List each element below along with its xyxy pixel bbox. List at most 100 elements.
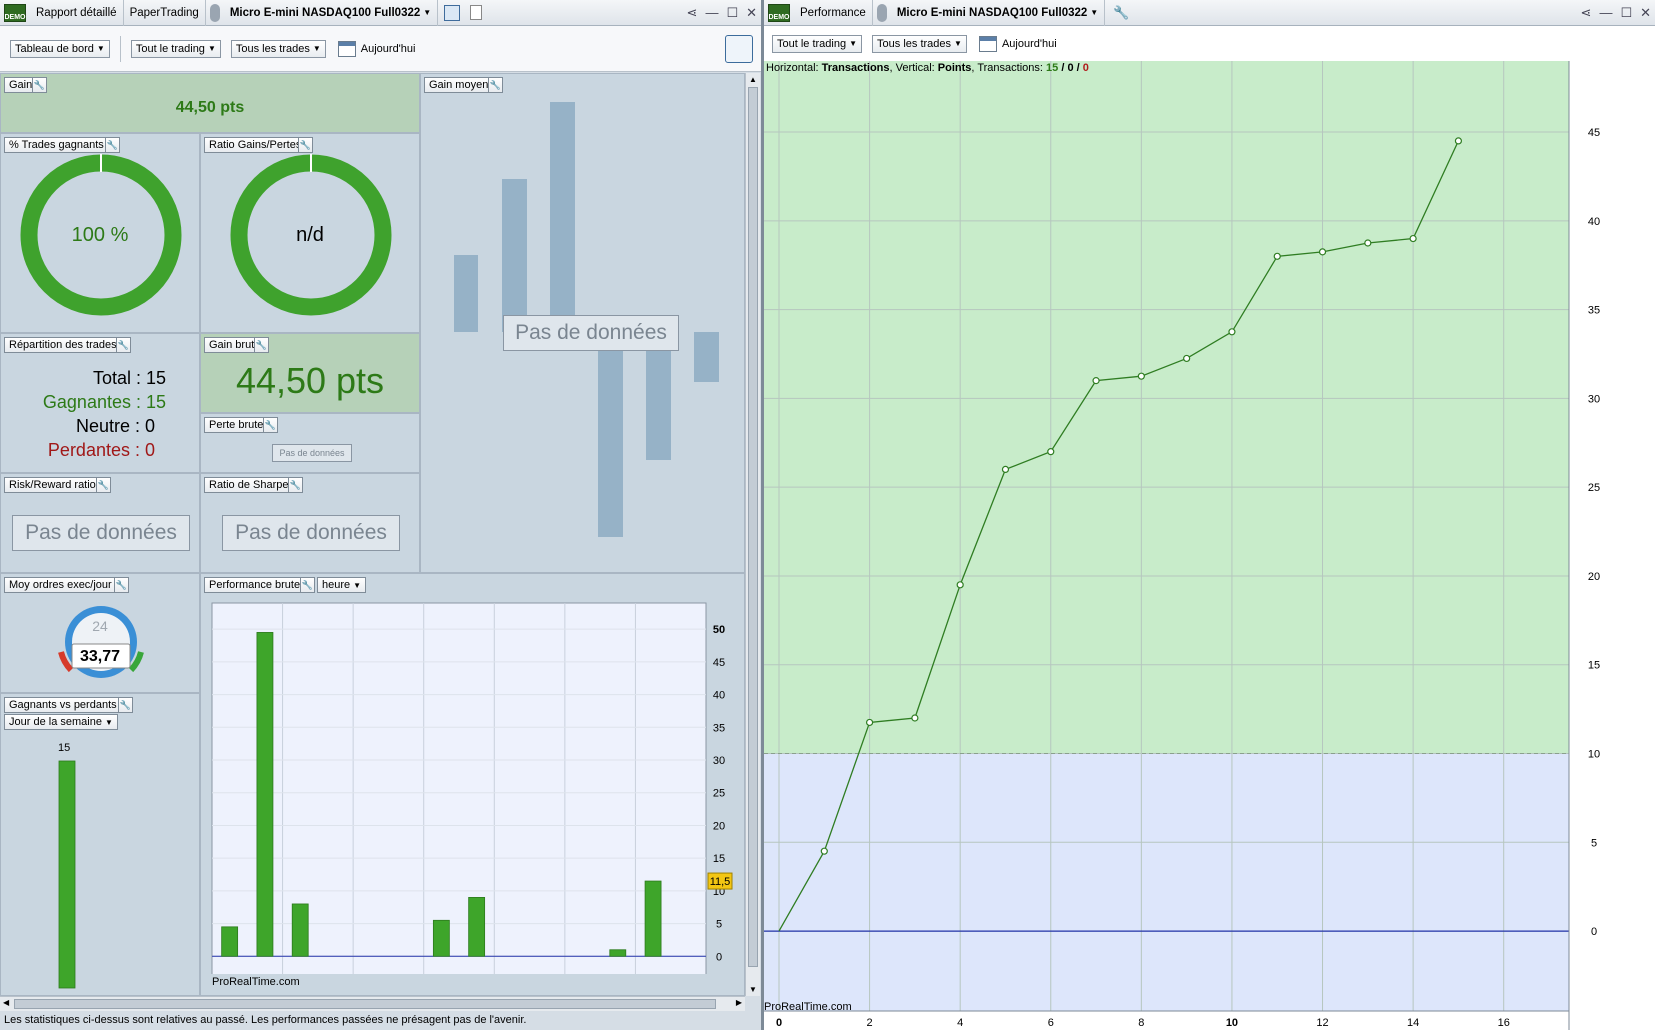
close-icon[interactable]: ✕ — [746, 5, 757, 21]
x-tick-label: 6 — [1048, 1017, 1054, 1029]
panel-title: Gagnants vs perdants — [4, 697, 122, 713]
gauge-dial-label: 24 — [92, 618, 108, 634]
gross-loss-nodata: Pas de données — [272, 444, 352, 462]
avg-orders-value: 33,77 — [79, 648, 121, 665]
win-lose-bar-label: 15 — [58, 742, 71, 754]
scope-dropdown[interactable]: Tout le trading ▼ — [772, 34, 863, 53]
date-label[interactable]: Aujourd'hui — [1002, 38, 1057, 50]
instrument-selector[interactable]: Micro E-mini NASDAQ100 Full0322 ▼ — [224, 0, 439, 26]
right-titlebar: DEMO Performance Micro E-mini NASDAQ100 … — [764, 0, 1655, 26]
gross-perf-chart: 0510152025303540455011,5 — [211, 602, 733, 974]
trades-dropdown[interactable]: Tous les trades ▼ — [230, 39, 326, 58]
calendar-icon[interactable] — [337, 40, 356, 57]
wrench-icon[interactable]: 🔧 — [116, 337, 131, 353]
close-icon[interactable]: ✕ — [1640, 5, 1651, 21]
equity-point — [1273, 252, 1281, 260]
wrench-icon[interactable]: 🔧 — [114, 577, 129, 593]
profit-zone — [764, 61, 1569, 754]
panel-avg-gain: Gain moyen 🔧 Pas de données — [420, 73, 745, 573]
scroll-right-icon[interactable]: ▶ — [736, 998, 742, 1007]
wrench-icon[interactable]: 🔧 — [1113, 5, 1129, 21]
x-tick-label: 2 — [867, 1017, 873, 1029]
wrench-icon[interactable]: 🔧 — [254, 337, 269, 353]
tab-performance[interactable]: Performance — [794, 0, 873, 26]
placeholder-bar — [598, 332, 623, 537]
equity-point — [820, 847, 828, 855]
scroll-up-icon[interactable]: ▲ — [746, 75, 760, 84]
left-window: DEMO Rapport détaillé PaperTrading Micro… — [0, 0, 761, 1030]
gross-perf-watermark: ProRealTime.com — [212, 976, 300, 988]
equity-point — [911, 714, 919, 722]
y-tick-label: 10 — [1588, 749, 1600, 761]
wrench-icon[interactable]: 🔧 — [105, 137, 120, 153]
equity-point — [1364, 239, 1372, 247]
wrench-icon[interactable]: 🔧 — [263, 417, 278, 433]
x-tick-label: 8 — [1138, 1017, 1144, 1029]
scroll-thumb[interactable] — [14, 999, 716, 1009]
vertical-scrollbar[interactable]: ▲ ▼ — [745, 73, 760, 996]
tab-papertrading[interactable]: PaperTrading — [124, 0, 206, 26]
info-mid: , Vertical: — [889, 62, 938, 74]
equity-info-line: Horizontal: Transactions, Vertical: Poin… — [766, 62, 1089, 74]
share-icon[interactable]: ⋖ — [687, 5, 698, 21]
footer-disclaimer: Les statistiques ci-dessus sont relative… — [4, 1014, 527, 1026]
wrench-icon[interactable]: 🔧 — [32, 77, 47, 93]
link-icon[interactable] — [876, 3, 887, 22]
horizontal-scrollbar[interactable]: ◀ ▶ — [0, 996, 745, 1011]
wrench-icon[interactable]: 🔧 — [118, 697, 133, 713]
info-count-total: 15 — [1046, 62, 1059, 74]
dashboard-dropdown[interactable]: Tableau de bord ▼ — [10, 39, 110, 58]
copy-icon[interactable] — [470, 5, 483, 20]
y-tick-label: 30 — [713, 755, 725, 767]
y-tick-label: 0 — [1591, 926, 1597, 938]
calendar-icon[interactable] — [978, 35, 997, 52]
scroll-down-icon[interactable]: ▼ — [746, 985, 760, 994]
chart-icon[interactable] — [444, 4, 461, 21]
panel-ratio: Ratio Gains/Pertes 🔧 n/d — [200, 133, 420, 333]
distribution-neutral: Neutre : 0 — [75, 416, 155, 436]
win-lose-chart: lun.mar.mer.jeu.ven. — [58, 760, 76, 989]
placeholder-bar — [454, 255, 478, 332]
panel-avg-orders: Moy ordres exec/jour 🔧 24 33,77 — [0, 573, 200, 693]
maximize-icon[interactable]: ☐ — [1620, 5, 1632, 21]
equity-point — [1228, 328, 1236, 336]
maximize-icon[interactable]: ☐ — [726, 5, 738, 21]
y-tick-label: 15 — [1588, 660, 1600, 672]
wrench-icon[interactable]: 🔧 — [288, 477, 303, 493]
placeholder-bar — [550, 102, 575, 332]
trades-dropdown[interactable]: Tous les trades ▼ — [872, 34, 967, 53]
info-horizontal: Transactions — [821, 62, 890, 74]
date-label[interactable]: Aujourd'hui — [361, 43, 416, 55]
gain-value: 44,50 pts — [175, 99, 245, 116]
left-toolbar: Tableau de bord ▼ Tout le trading ▼ Tous l… — [0, 26, 761, 72]
demo-logo-icon: DEMO — [4, 3, 26, 22]
y-tick-label: 45 — [713, 657, 725, 669]
chevron-down-icon: ▼ — [1090, 8, 1099, 17]
gross-gain-value: 44,50 pts — [235, 360, 385, 401]
y-tick-label: 50 — [713, 624, 725, 636]
tab-detailed-report[interactable]: Rapport détaillé — [30, 0, 124, 26]
wrench-icon[interactable]: 🔧 — [488, 77, 503, 93]
panel-title: Ratio Gains/Pertes — [204, 137, 307, 153]
equity-point — [1318, 248, 1327, 256]
x-tick-label: 12 — [1316, 1017, 1328, 1029]
minimize-icon[interactable]: — — [1599, 5, 1612, 20]
instrument-selector[interactable]: Micro E-mini NASDAQ100 Full0322 ▼ — [891, 0, 1106, 26]
panel-title: Ratio de Sharpe — [204, 477, 294, 493]
scope-dropdown[interactable]: Tout le trading ▼ — [130, 39, 221, 58]
distribution-losers: Perdantes : 0 — [47, 440, 155, 460]
wrench-icon[interactable]: 🔧 — [298, 137, 313, 153]
scroll-thumb[interactable] — [748, 87, 758, 967]
scroll-left-icon[interactable]: ◀ — [3, 998, 9, 1007]
win-lose-period-dropdown[interactable]: Jour de la semaine ▼ — [4, 714, 118, 730]
right-window: DEMO Performance Micro E-mini NASDAQ100 … — [764, 0, 1655, 1030]
wrench-icon[interactable]: 🔧 — [96, 477, 111, 493]
sharpe-nodata: Pas de données — [222, 515, 400, 551]
share-icon[interactable]: ⋖ — [1581, 5, 1592, 21]
gauge-icon — [58, 606, 144, 678]
dashboard-config-icon[interactable] — [725, 34, 753, 63]
panel-title: % Trades gagnants — [4, 137, 109, 153]
chevron-down-icon: ▼ — [207, 44, 216, 53]
link-icon[interactable] — [209, 3, 220, 22]
minimize-icon[interactable]: — — [705, 5, 718, 20]
